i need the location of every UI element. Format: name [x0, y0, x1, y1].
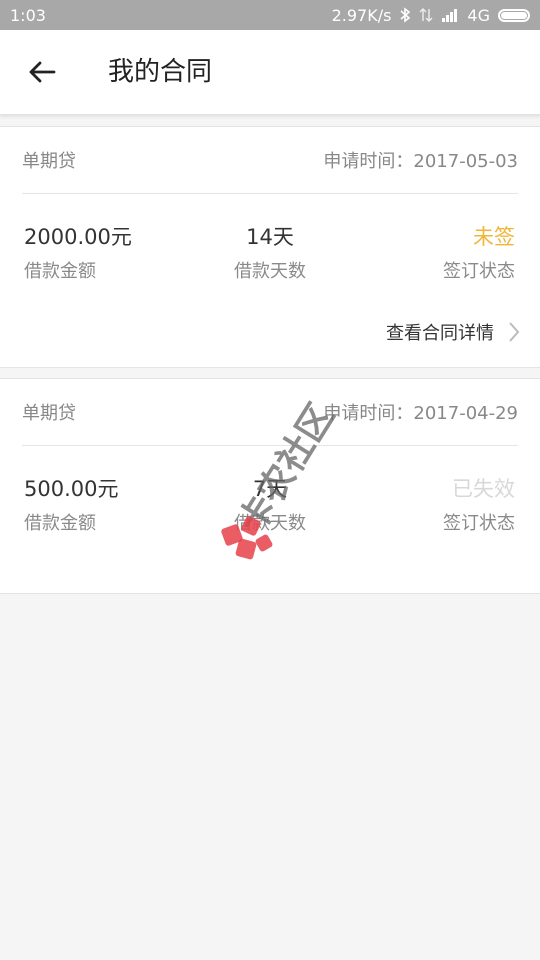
data-transfer-icon	[419, 7, 433, 23]
arrow-left-icon	[29, 61, 56, 83]
contract-header: 单期贷 申请时间：2017-05-03	[22, 127, 518, 194]
network-type: 4G	[467, 5, 490, 25]
view-contract-detail-label: 查看合同详情	[386, 323, 494, 344]
apply-time: 申请时间：2017-04-29	[323, 403, 518, 424]
sign-status-label: 签订状态	[443, 513, 515, 534]
app-bar: 我的合同	[0, 30, 540, 115]
sign-status: 未签	[473, 225, 515, 249]
status-time: 1:03	[10, 5, 46, 25]
view-contract-detail-link[interactable]: 查看合同详情	[386, 315, 520, 349]
contract-header: 单期贷 申请时间：2017-04-29	[22, 379, 518, 446]
chevron-right-icon	[509, 322, 520, 342]
loan-days-label: 借款天数	[234, 261, 306, 282]
signal-icon	[441, 8, 459, 22]
sign-status-label: 签订状态	[443, 261, 515, 282]
loan-amount: 2000.00元	[24, 225, 132, 249]
network-speed: 2.97K/s	[331, 5, 392, 25]
loan-days: 7天	[252, 477, 288, 501]
battery-icon	[498, 8, 530, 22]
back-button[interactable]	[20, 50, 64, 94]
loan-amount-label: 借款金额	[24, 513, 96, 534]
loan-days-block: 7天 借款天数	[200, 475, 340, 537]
loan-amount-label: 借款金额	[24, 261, 96, 282]
page-title: 我的合同	[108, 57, 213, 87]
apply-time: 申请时间：2017-05-03	[323, 151, 518, 172]
contract-card[interactable]: 单期贷 申请时间：2017-04-29 500.00元 借款金额 7天 借款天数…	[0, 378, 540, 594]
loan-amount-block: 500.00元 借款金额	[24, 475, 164, 537]
loan-days-block: 14天 借款天数	[200, 223, 340, 285]
loan-days-label: 借款天数	[234, 513, 306, 534]
sign-status-block: 未签 签订状态	[375, 223, 515, 285]
loan-days: 14天	[246, 225, 294, 249]
loan-type: 单期贷	[22, 151, 76, 172]
loan-type: 单期贷	[22, 403, 76, 424]
status-indicators: 2.97K/s 4G	[332, 6, 530, 25]
sign-status-block: 已失效 签订状态	[375, 475, 515, 537]
bluetooth-icon	[399, 7, 411, 23]
contract-card[interactable]: 单期贷 申请时间：2017-05-03 2000.00元 借款金额 14天 借款…	[0, 126, 540, 368]
sign-status: 已失效	[452, 477, 515, 501]
status-bar: 1:03 2.97K/s 4G	[0, 0, 540, 30]
loan-amount-block: 2000.00元 借款金额	[24, 223, 164, 285]
loan-amount: 500.00元	[24, 477, 119, 501]
